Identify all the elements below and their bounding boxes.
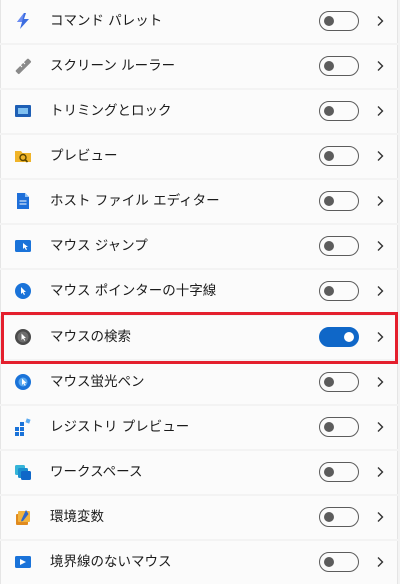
mouse-without-borders-icon: [15, 556, 31, 568]
workspaces-icon: [15, 465, 31, 480]
chevron-right-icon[interactable]: [373, 104, 387, 118]
list-item-mouse-crosshairs[interactable]: マウス ポインターの十字線: [0, 270, 398, 313]
list-item-mouse-without-borders[interactable]: 境界線のないマウス: [0, 541, 398, 584]
toggle-switch[interactable]: [319, 11, 359, 31]
list-item-mouse-highlighter[interactable]: マウス蛍光ペン: [0, 361, 398, 404]
item-label: 環境変数: [50, 509, 104, 525]
registry-preview-icon: [15, 418, 31, 436]
item-label: コマンド パレット: [50, 13, 163, 29]
toggle-knob: [324, 512, 334, 522]
toggle-switch[interactable]: [319, 417, 359, 437]
hosts-file-editor-icon: [17, 193, 29, 209]
toggle-knob: [324, 196, 334, 206]
list-item-peek[interactable]: プレビュー: [0, 135, 398, 178]
list-item-command-palette[interactable]: コマンド パレット: [0, 0, 398, 43]
chevron-right-icon[interactable]: [373, 59, 387, 73]
toggle-switch[interactable]: [319, 462, 359, 482]
toggle-switch[interactable]: [319, 191, 359, 211]
toggle-switch[interactable]: [319, 281, 359, 301]
mouse-jump-icon: [15, 240, 31, 252]
list-item-mouse-jump[interactable]: マウス ジャンプ: [0, 225, 398, 268]
chevron-right-icon[interactable]: [373, 194, 387, 208]
toggle-knob: [324, 151, 334, 161]
mouse-highlighter-icon: [15, 374, 31, 390]
chevron-right-icon[interactable]: [373, 555, 387, 569]
toggle-knob: [324, 286, 334, 296]
item-label: マウスの検索: [50, 329, 131, 345]
toggle-knob: [324, 241, 334, 251]
peek-preview-icon: [15, 151, 31, 163]
chevron-right-icon[interactable]: [373, 510, 387, 524]
toggle-knob: [324, 467, 334, 477]
toggle-knob: [324, 422, 334, 432]
toggle-switch[interactable]: [319, 552, 359, 572]
list-item-hosts-file-editor[interactable]: ホスト ファイル エディター: [0, 180, 398, 223]
toggle-knob: [344, 332, 354, 342]
item-label: 境界線のないマウス: [50, 554, 172, 570]
toggle-switch[interactable]: [319, 101, 359, 121]
list-item-find-my-mouse[interactable]: マウスの検索: [0, 316, 398, 359]
chevron-right-icon[interactable]: [373, 149, 387, 163]
item-label: マウス蛍光ペン: [50, 374, 145, 390]
toggle-knob: [324, 106, 334, 116]
find-my-mouse-icon: [15, 329, 31, 345]
item-label: ワークスペース: [50, 464, 143, 480]
list-item-registry-preview[interactable]: レジストリ プレビュー: [0, 406, 398, 449]
screen-ruler-icon: [15, 58, 32, 75]
toggle-switch[interactable]: [319, 146, 359, 166]
chevron-right-icon[interactable]: [373, 284, 387, 298]
toggle-switch[interactable]: [319, 327, 359, 347]
item-label: スクリーン ルーラー: [50, 58, 176, 74]
toggle-knob: [324, 557, 334, 567]
toggle-switch[interactable]: [319, 56, 359, 76]
chevron-right-icon[interactable]: [373, 239, 387, 253]
chevron-right-icon[interactable]: [373, 465, 387, 479]
item-label: マウス ジャンプ: [50, 238, 148, 254]
environment-variables-icon: [16, 510, 30, 525]
list-item-workspaces[interactable]: ワークスペース: [0, 451, 398, 494]
list-item-crop-and-lock[interactable]: トリミングとロック: [0, 90, 398, 133]
list-item-screen-ruler[interactable]: スクリーン ルーラー: [0, 45, 398, 88]
toggle-knob: [324, 377, 334, 387]
toggle-switch[interactable]: [319, 236, 359, 256]
chevron-right-icon[interactable]: [373, 14, 387, 28]
toggle-switch[interactable]: [319, 372, 359, 392]
toggle-knob: [324, 61, 334, 71]
crop-and-lock-icon: [15, 105, 31, 117]
chevron-right-icon[interactable]: [373, 330, 387, 344]
chevron-right-icon[interactable]: [373, 375, 387, 389]
mouse-crosshairs-icon: [15, 283, 31, 299]
item-label: ホスト ファイル エディター: [50, 193, 220, 209]
item-label: プレビュー: [50, 148, 118, 164]
toggle-switch[interactable]: [319, 507, 359, 527]
item-label: マウス ポインターの十字線: [50, 283, 217, 299]
list-item-environment-variables[interactable]: 環境変数: [0, 496, 398, 539]
toggle-knob: [324, 16, 334, 26]
command-palette-icon: [17, 13, 29, 29]
item-label: レジストリ プレビュー: [50, 419, 190, 435]
item-label: トリミングとロック: [50, 103, 172, 119]
chevron-right-icon[interactable]: [373, 420, 387, 434]
